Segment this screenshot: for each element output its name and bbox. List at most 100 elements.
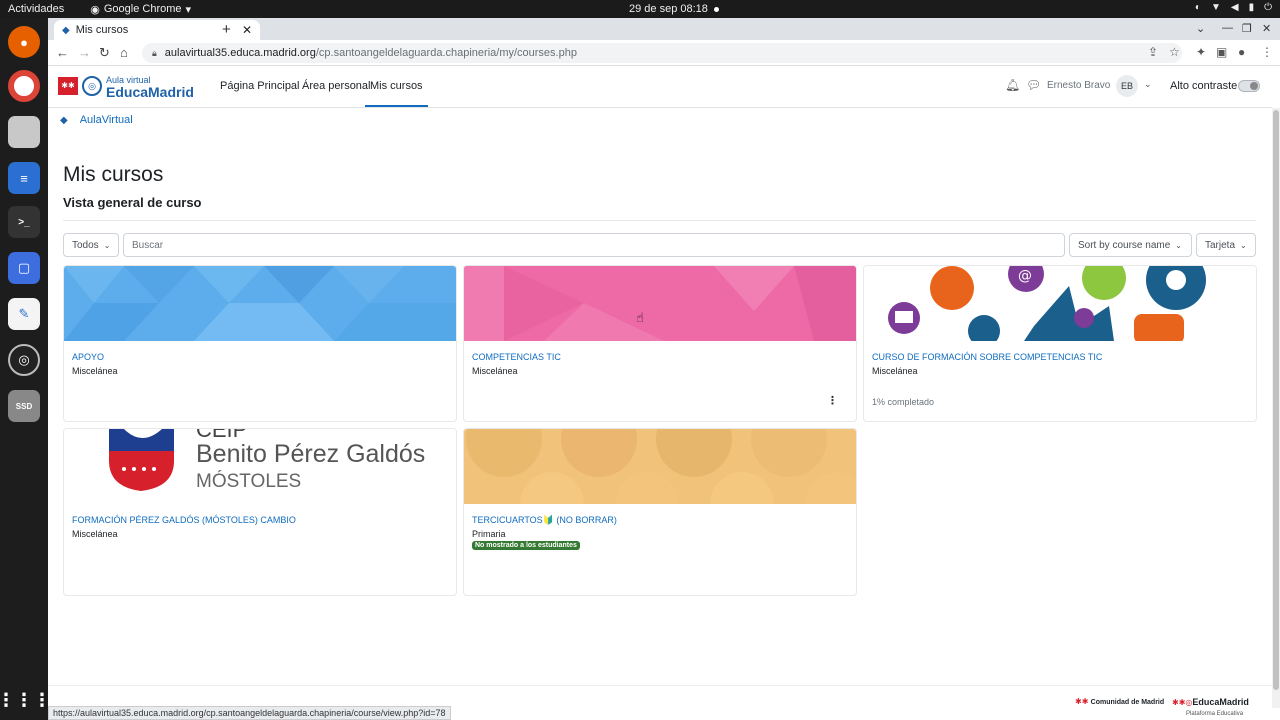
footer-logo-right-subtitle: Plataforma Educativa (1186, 711, 1244, 717)
graduation-cap-icon: ◆ (60, 114, 68, 126)
url-path: /cp.santoangeldelaguarda.chapineria/my/c… (315, 47, 577, 59)
firefox-icon[interactable]: ● (8, 26, 40, 58)
course-name-link[interactable]: APOYO (72, 352, 104, 362)
tab-strip: ◆ Mis cursos ✕ + ⌄ — ❐ ✕ (48, 18, 1280, 40)
chevron-down-icon: ▾ (185, 3, 192, 16)
forward-icon[interactable]: → (78, 45, 91, 60)
nav-area-personal[interactable]: Área personal (302, 80, 371, 92)
minimize-icon[interactable]: — (1222, 22, 1233, 34)
user-menu-chevron-icon[interactable]: ⌄ (1144, 79, 1152, 90)
text-editor-icon[interactable]: ✎ (8, 298, 40, 330)
educamadrid-logo-icon[interactable]: ◎ (82, 76, 102, 96)
battery-icon: ▮ (1248, 2, 1255, 13)
scrollbar-thumb[interactable] (1273, 110, 1279, 690)
course-category: Miscelánea (72, 529, 118, 539)
course-pattern-image (464, 429, 856, 504)
avatar[interactable]: EB (1116, 75, 1138, 97)
sort-dropdown[interactable]: Sort by course name ⌄ (1069, 233, 1192, 257)
course-card[interactable]: APOYO Miscelánea (63, 265, 457, 422)
course-name-link[interactable]: COMPETENCIAS TIC (472, 352, 561, 362)
hidden-from-students-badge: No mostrado a los estudiantes (472, 541, 580, 550)
system-tray[interactable]: ◐ ▼ ◀ ▮ ⏻ (1195, 2, 1272, 13)
svg-text:@: @ (1018, 268, 1032, 284)
bookmark-star-icon[interactable]: ☆ (1169, 45, 1180, 59)
logo-title[interactable]: EducaMadrid (106, 84, 194, 100)
high-contrast-label: Alto contraste (1170, 80, 1238, 92)
course-image[interactable] (64, 266, 456, 341)
extensions-icon[interactable]: ✦ (1196, 45, 1206, 59)
address-bar[interactable]: 🔒︎ aulavirtual35.educa.madrid.org/cp.san… (142, 43, 1182, 63)
view-value: Tarjeta (1205, 239, 1236, 251)
terminal-icon[interactable]: >_ (8, 206, 40, 238)
course-card[interactable]: CEIP Benito Pérez Galdós MÓSTOLES FORMAC… (63, 428, 457, 596)
course-name-link[interactable]: CURSO DE FORMACIÓN SOBRE COMPETENCIAS TI… (872, 352, 1102, 362)
course-image-sub-text: MÓSTOLES (196, 471, 302, 492)
new-tab-button[interactable]: + (222, 21, 231, 38)
course-card[interactable]: COMPETENCIAS TIC Miscelánea ⋮ (463, 265, 857, 422)
messages-icon[interactable]: 💬︎ (1026, 78, 1041, 92)
side-panel-icon[interactable]: ▣ (1216, 45, 1227, 59)
back-icon[interactable]: ← (56, 45, 69, 60)
course-actions-menu-icon[interactable]: ⋮ (827, 394, 838, 407)
search-placeholder: Buscar (132, 239, 164, 251)
browser-toolbar: ← → ↻ ⌂ 🔒︎ aulavirtual35.educa.madrid.or… (48, 40, 1280, 66)
chrome-menu-icon[interactable]: ⋮ (1261, 45, 1273, 59)
close-window-icon[interactable]: ✕ (1262, 22, 1271, 35)
app-menu[interactable]: ◉ Google Chrome ▾ (90, 3, 191, 16)
footer-logo-right-mark: ✱✱◎ (1172, 698, 1193, 707)
close-tab-icon[interactable]: ✕ (242, 23, 252, 37)
course-category: Primaria (472, 529, 506, 539)
course-illustration-image: @ (864, 266, 1256, 341)
course-image[interactable]: CEIP Benito Pérez Galdós MÓSTOLES (64, 429, 456, 504)
course-card[interactable]: TERCICUARTOS🔰 (NO BORRAR) Primaria No mo… (463, 428, 857, 596)
writer-icon[interactable]: ≡ (8, 162, 40, 194)
maximize-icon[interactable]: ❐ (1242, 22, 1252, 35)
lock-icon: 🔒︎ (152, 47, 157, 58)
course-image[interactable] (464, 429, 856, 504)
notification-dot-icon (713, 6, 719, 12)
search-input[interactable]: Buscar (123, 233, 1065, 257)
nav-pagina-principal[interactable]: Página Principal (220, 80, 300, 92)
course-category: Miscelánea (472, 366, 518, 376)
course-image[interactable] (464, 266, 856, 341)
reload-icon[interactable]: ↻ (99, 45, 110, 61)
nav-mis-cursos[interactable]: Mis cursos (365, 80, 428, 107)
course-card[interactable]: @ CURSO DE FORMACIÓN SOBRE COMPETENCIAS … (863, 265, 1257, 422)
clock[interactable]: 29 de sep 08:18 (629, 3, 719, 15)
grouping-dropdown[interactable]: Todos ⌄ (63, 233, 119, 257)
power-icon: ⏻ (1264, 2, 1272, 13)
footer-logo-left-text: Comunidad de Madrid (1090, 699, 1165, 706)
section-title: Vista general de curso (63, 195, 202, 210)
obs-icon[interactable]: ◎ (8, 344, 40, 376)
course-name-link[interactable]: TERCICUARTOS🔰 (NO BORRAR) (472, 515, 617, 526)
network-icon: ◐ (1194, 2, 1201, 13)
tab-search-icon[interactable]: ⌄ (1196, 22, 1205, 35)
chevron-down-icon: ⌄ (1175, 240, 1182, 250)
course-name-link[interactable]: FORMACIÓN PÉREZ GALDÓS (MÓSTOLES) CAMBIO (72, 515, 296, 525)
activities-button[interactable]: Actividades (8, 3, 64, 15)
files-icon[interactable] (8, 116, 40, 148)
breadcrumb-link[interactable]: AulaVirtual (80, 114, 133, 126)
drive-icon[interactable]: SSD (8, 390, 40, 422)
page-scrollbar[interactable] (1272, 108, 1280, 708)
home-icon[interactable]: ⌂ (120, 45, 128, 60)
course-pattern-image (464, 266, 856, 341)
share-icon[interactable]: ⇪ (1148, 45, 1158, 59)
user-name[interactable]: Ernesto Bravo (1047, 80, 1110, 91)
course-category: Miscelánea (72, 366, 118, 376)
comunidad-madrid-footer-logo[interactable]: ✱✱ Comunidad de Madrid (1075, 697, 1164, 706)
comunidad-madrid-logo[interactable]: ✱✱ (58, 77, 78, 95)
chrome-icon[interactable] (8, 70, 40, 102)
screenshot-icon[interactable]: ▢ (8, 252, 40, 284)
profile-icon[interactable]: ● (1238, 45, 1245, 59)
apps-grid-icon[interactable]: ⋮⋮⋮ (0, 684, 51, 716)
os-top-bar: Actividades ◉ Google Chrome ▾ 29 de sep … (0, 0, 1280, 18)
mouse-cursor-icon: ☝ (636, 310, 644, 325)
educamadrid-footer-logo[interactable]: ✱✱◎EducaMadrid (1172, 697, 1249, 707)
view-dropdown[interactable]: Tarjeta ⌄ (1196, 233, 1256, 257)
site-header: ✱✱ ◎ Aula virtual EducaMadrid Página Pri… (48, 66, 1272, 108)
course-image[interactable]: @ (864, 266, 1256, 341)
wifi-icon: ▼ (1210, 2, 1221, 13)
notifications-bell-icon[interactable]: 🔔︎ (1005, 78, 1020, 92)
high-contrast-toggle[interactable] (1238, 80, 1260, 92)
